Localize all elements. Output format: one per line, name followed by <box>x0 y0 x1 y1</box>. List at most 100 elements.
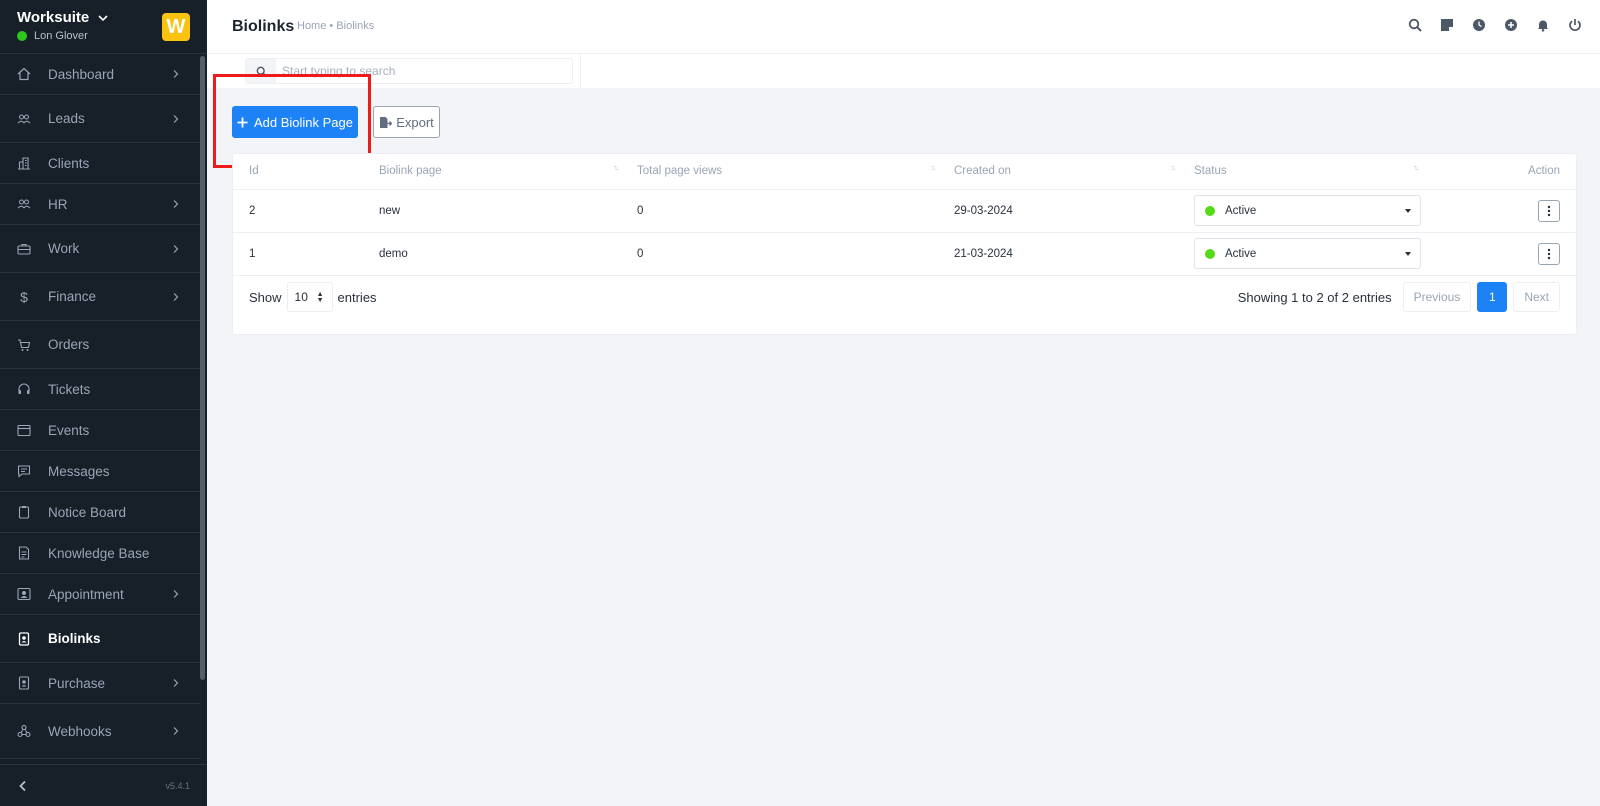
sidebar-item-finance[interactable]: $ Finance <box>0 273 200 321</box>
building-icon <box>17 156 31 170</box>
cell-biolink-page[interactable]: new <box>363 189 621 233</box>
search-icon[interactable] <box>1408 18 1422 32</box>
cell-created-on: 21-03-2024 <box>938 232 1178 276</box>
collapse-sidebar-icon[interactable] <box>17 780 29 792</box>
status-value: Active <box>1225 247 1257 260</box>
sidebar-item-events[interactable]: Events <box>0 410 200 451</box>
search-input[interactable] <box>276 64 566 78</box>
table-footer: Show 10 ▲ ▼ entries Showing 1 to 2 of 2 e… <box>249 282 1560 312</box>
table-row: 1 demo 0 21-03-2024 Active <box>233 232 1576 276</box>
sidebar-item-knowledge-base[interactable]: Knowledge Base <box>0 533 200 574</box>
chevron-right-icon <box>173 292 179 301</box>
home-icon <box>17 67 31 81</box>
user-name: Lon Glover <box>34 30 88 42</box>
page-1-button[interactable]: 1 <box>1477 282 1508 312</box>
export-button[interactable]: Export <box>373 106 440 138</box>
top-header: Biolinks Home • Biolinks <box>207 0 1600 54</box>
column-header-label: Status <box>1194 165 1227 178</box>
sidebar-item-label: Finance <box>48 289 97 304</box>
sidebar-item-webhooks[interactable]: Webhooks <box>0 704 200 759</box>
power-icon[interactable] <box>1568 18 1582 32</box>
sidebar-item-messages[interactable]: Messages <box>0 451 200 492</box>
export-label: Export <box>396 114 434 130</box>
sidebar-item-label: Knowledge Base <box>48 545 150 561</box>
plus-icon <box>237 117 248 127</box>
bell-icon[interactable] <box>1536 18 1550 32</box>
sidebar-item-label: Tickets <box>48 381 91 397</box>
previous-page-button[interactable]: Previous <box>1402 282 1472 312</box>
more-vertical-icon <box>1547 248 1551 259</box>
biolinks-table: Id Biolink page ↑↓ Total page views ↑↓ Cre… <box>233 154 1576 276</box>
sidebar-scrollbar[interactable] <box>200 56 205 680</box>
sidebar-footer: v5.4.1 <box>0 764 207 806</box>
next-page-button[interactable]: Next <box>1513 282 1560 312</box>
search-divider <box>580 54 581 88</box>
pagination: Showing 1 to 2 of 2 entries Previous 1 N… <box>1238 282 1560 312</box>
sidebar-item-leads[interactable]: Leads <box>0 95 200 143</box>
app-version: v5.4.1 <box>165 780 190 791</box>
dollar-icon: $ <box>20 288 28 305</box>
column-header-status[interactable]: Status ↑↓ <box>1178 154 1421 190</box>
cell-id: 2 <box>233 189 363 233</box>
cell-action <box>1421 232 1576 276</box>
sidebar-item-appointment[interactable]: Appointment <box>0 574 200 615</box>
document-icon <box>17 546 31 560</box>
sidebar-item-label: Appointment <box>48 586 124 602</box>
column-header-total-page-views[interactable]: Total page views ↑↓ <box>621 154 938 190</box>
chevron-right-icon <box>173 114 179 123</box>
biolinks-table-card: Id Biolink page ↑↓ Total page views ↑↓ Cre… <box>232 153 1577 335</box>
users-icon <box>17 112 31 126</box>
sidebar-item-purchase[interactable]: Purchase <box>0 663 200 704</box>
status-value: Active <box>1225 204 1257 217</box>
show-label: Show <box>249 289 282 305</box>
page-length-select[interactable]: 10 ▲ ▼ <box>286 282 333 312</box>
column-header-label: Id <box>249 165 259 178</box>
sidebar-item-label: Dashboard <box>48 66 115 82</box>
sidebar-item-notice-board[interactable]: Notice Board <box>0 492 200 533</box>
page-title: Biolinks <box>232 18 295 35</box>
status-select[interactable]: Active <box>1194 195 1421 226</box>
sidebar-item-clients[interactable]: Clients <box>0 143 200 184</box>
people-icon <box>17 197 31 211</box>
sidebar-nav: Dashboard Leads Clients HR Work $ Financ… <box>0 54 200 759</box>
sidebar-item-biolinks[interactable]: Biolinks <box>0 615 200 663</box>
sort-icon: ↑↓ <box>930 163 936 172</box>
status-select[interactable]: Active <box>1194 238 1421 269</box>
column-header-biolink-page[interactable]: Biolink page ↑↓ <box>363 154 621 190</box>
sticky-note-icon[interactable] <box>1440 18 1454 32</box>
clock-icon[interactable] <box>1472 18 1486 32</box>
page-length-value: 10 <box>294 290 308 304</box>
table-row: 2 new 0 29-03-2024 Active <box>233 189 1576 233</box>
chevron-right-icon <box>173 590 179 598</box>
search-icon <box>246 59 276 83</box>
add-biolink-page-button[interactable]: Add Biolink Page <box>232 106 358 138</box>
sidebar-item-orders[interactable]: Orders <box>0 321 200 369</box>
column-header-created-on[interactable]: Created on ↑↓ <box>938 154 1178 190</box>
app-logo[interactable]: W <box>162 13 190 41</box>
add-biolink-page-label: Add Biolink Page <box>253 114 353 130</box>
clipboard-icon <box>17 505 31 519</box>
sidebar: Worksuite Lon Glover W Dashboard Leads C… <box>0 0 207 806</box>
sidebar-item-label: Biolinks <box>48 631 101 646</box>
sidebar-item-tickets[interactable]: Tickets <box>0 369 200 410</box>
sidebar-item-hr[interactable]: HR <box>0 184 200 225</box>
sidebar-item-dashboard[interactable]: Dashboard <box>0 54 200 95</box>
sidebar-item-label: HR <box>48 196 68 212</box>
cell-biolink-page[interactable]: demo <box>363 232 621 276</box>
caret-down-icon <box>1405 252 1411 256</box>
webhook-icon <box>17 724 31 738</box>
row-actions-button[interactable] <box>1538 242 1560 265</box>
cart-icon <box>17 338 31 352</box>
cell-created-on: 29-03-2024 <box>938 189 1178 233</box>
cell-status: Active <box>1178 232 1421 276</box>
column-header-label: Created on <box>954 165 1011 178</box>
sidebar-item-label: Leads <box>48 111 85 126</box>
column-header-id[interactable]: Id <box>233 154 363 190</box>
sidebar-item-work[interactable]: Work <box>0 225 200 273</box>
column-header-action: Action <box>1421 154 1576 190</box>
plus-circle-icon[interactable] <box>1504 18 1518 32</box>
header-icons <box>1408 18 1582 32</box>
row-actions-button[interactable] <box>1538 199 1560 222</box>
breadcrumb[interactable]: Home • Biolinks <box>297 20 374 32</box>
briefcase-icon <box>17 242 31 256</box>
